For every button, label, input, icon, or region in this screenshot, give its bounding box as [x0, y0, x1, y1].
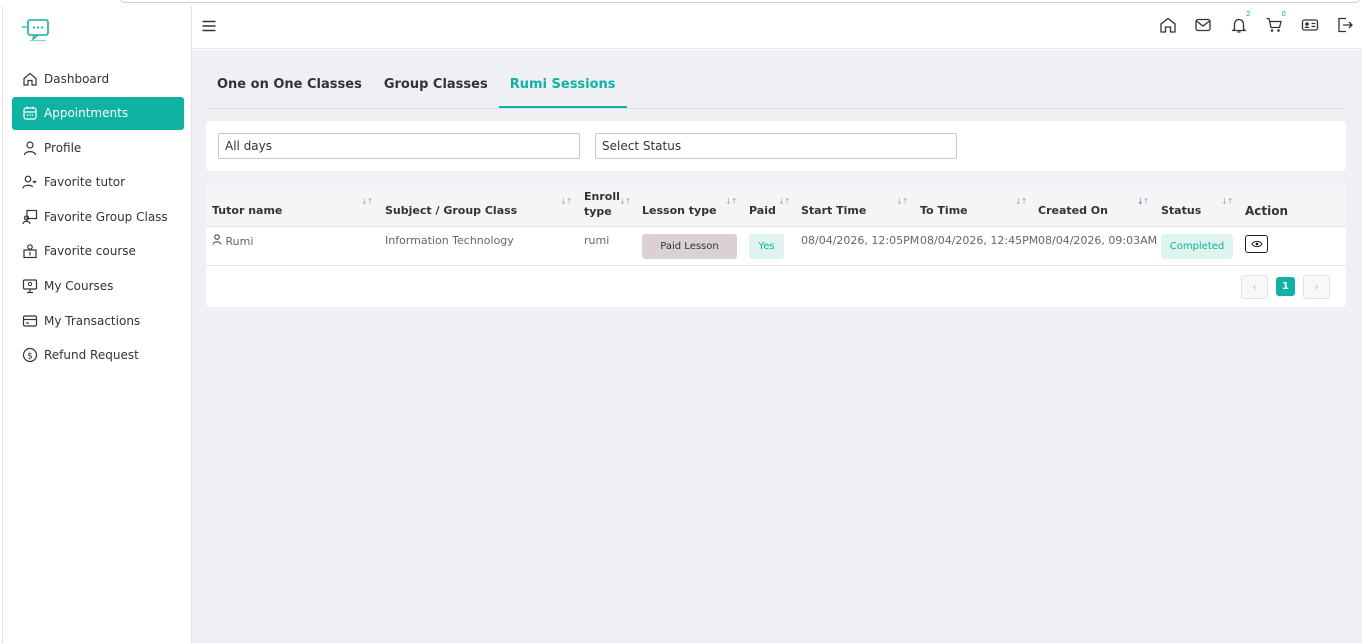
sidebar-item-label: Appointments [44, 106, 129, 121]
sort-icon[interactable]: ↓↑ [560, 197, 572, 206]
sort-icon[interactable]: ↓↑ [361, 197, 373, 206]
bell-icon[interactable]: 2 [1230, 10, 1251, 34]
sidebar-item-favorite-tutor[interactable]: Favorite tutor [12, 166, 184, 199]
sort-icon[interactable]: ↓↑ [725, 197, 737, 206]
sidebar-item-label: Favorite course [44, 244, 136, 259]
sort-icon[interactable]: ↓↑ [619, 197, 631, 206]
cell-to-time: 08/04/2026, 12:45PM [920, 234, 1039, 247]
pagination-prev-button[interactable]: ‹ [1241, 275, 1268, 299]
sidebar-item-favorite-group-class[interactable]: Favorite Group Class [12, 200, 184, 233]
table-row: Rumi Information Technology rumi Paid Le… [206, 227, 1346, 266]
app-logo[interactable] [21, 16, 53, 44]
sidebar-item-label: My Courses [44, 279, 114, 294]
tab-group-classes[interactable]: Group Classes [373, 72, 499, 108]
filter-bar: All days Select Status [206, 121, 1346, 171]
sort-icon[interactable]: ↓↑ [896, 197, 908, 206]
user-icon [22, 140, 38, 156]
card-icon [22, 313, 38, 329]
pagination-next-button[interactable]: › [1303, 275, 1330, 299]
col-header-status[interactable]: Status [1161, 204, 1201, 217]
col-header-enroll-line1: Enroll [584, 190, 620, 203]
address-bar [120, 0, 1360, 3]
sidebar-item-label: Favorite Group Class [44, 209, 168, 224]
appointments-table: Tutor name ↓↑ Subject / Group Class ↓↑ E… [206, 183, 1346, 307]
cell-tutor: Rumi [212, 234, 253, 248]
cell-enroll-type: rumi [584, 234, 610, 247]
table-header: Tutor name ↓↑ Subject / Group Class ↓↑ E… [206, 183, 1346, 227]
col-header-paid[interactable]: Paid [749, 204, 776, 217]
user-heart-icon [22, 174, 38, 190]
sort-icon[interactable]: ↓↑ [1221, 197, 1233, 206]
cell-start-time: 08/04/2026, 12:05PM [801, 234, 920, 247]
sort-active-icon[interactable]: ↓↑ [1137, 197, 1149, 206]
days-filter-select[interactable]: All days [218, 133, 580, 159]
status-filter-select[interactable]: Select Status [595, 133, 957, 159]
main-content: One on One Classes Group Classes Rumi Se… [192, 50, 1362, 643]
status-badge: Completed [1161, 234, 1233, 259]
monitor-icon [22, 278, 38, 294]
tutor-name: Rumi [225, 235, 254, 248]
sidebar-item-label: Dashboard [44, 71, 110, 86]
sidebar-item-label: Favorite tutor [44, 175, 126, 190]
sidebar-item-dashboard[interactable]: Dashboard [12, 62, 184, 95]
svg-text:$: $ [27, 352, 33, 362]
sidebar-item-label: Refund Request [44, 348, 139, 363]
id-card-icon[interactable] [1301, 16, 1319, 34]
sidebar-nav: Dashboard Appointments Profile Favorite … [12, 62, 184, 373]
col-header-action: Action [1245, 204, 1289, 218]
sidebar-item-refund-request[interactable]: $ Refund Request [12, 339, 184, 372]
lesson-type-badge: Paid Lesson [642, 234, 737, 259]
home-icon [22, 71, 38, 87]
col-header-to-time[interactable]: To Time [920, 204, 968, 217]
paid-badge: Yes [749, 234, 784, 259]
sidebar-item-my-courses[interactable]: My Courses [12, 270, 184, 303]
top-header: 2 0 [192, 6, 1362, 49]
view-button[interactable] [1245, 235, 1268, 253]
sidebar: Dashboard Appointments Profile Favorite … [2, 6, 192, 643]
col-header-tutor-name[interactable]: Tutor name [212, 204, 282, 217]
calendar-icon [22, 105, 38, 121]
tab-rumi-sessions[interactable]: Rumi Sessions [498, 72, 627, 108]
eye-icon [1250, 240, 1263, 248]
notification-count: 2 [1246, 10, 1251, 18]
sidebar-item-label: Profile [44, 140, 82, 155]
col-header-enroll-type[interactable]: Enroll type [584, 189, 620, 219]
col-header-subject[interactable]: Subject / Group Class [385, 204, 517, 217]
user-icon [212, 234, 222, 245]
cell-created-on: 08/04/2026, 09:03AM [1038, 234, 1158, 247]
dollar-circle-icon: $ [22, 347, 38, 363]
sidebar-item-label: My Transactions [44, 313, 141, 328]
col-header-lesson-type[interactable]: Lesson type [642, 204, 717, 217]
sidebar-item-appointments[interactable]: Appointments [12, 96, 184, 130]
hamburger-menu-icon[interactable] [201, 18, 217, 34]
group-class-icon [22, 209, 38, 225]
course-icon [22, 243, 38, 259]
tab-bar: One on One Classes Group Classes Rumi Se… [206, 72, 1346, 109]
cell-subject: Information Technology [385, 234, 514, 247]
cart-count: 0 [1281, 10, 1286, 18]
mail-icon[interactable] [1194, 16, 1212, 34]
col-header-enroll-line2: type [584, 205, 612, 218]
sort-icon[interactable]: ↓↑ [1015, 197, 1027, 206]
col-header-start-time[interactable]: Start Time [801, 204, 866, 217]
tab-one-on-one-classes[interactable]: One on One Classes [206, 72, 373, 108]
pagination: ‹ 1 › [1233, 275, 1330, 299]
sidebar-item-favorite-course[interactable]: Favorite course [12, 235, 184, 268]
sort-icon[interactable]: ↓↑ [778, 197, 790, 206]
logout-icon[interactable] [1336, 16, 1354, 34]
header-actions: 2 0 [1141, 10, 1354, 34]
home-icon[interactable] [1159, 16, 1177, 34]
pagination-page-1[interactable]: 1 [1276, 277, 1295, 296]
col-header-created-on[interactable]: Created On [1038, 204, 1108, 217]
sidebar-item-profile[interactable]: Profile [12, 131, 184, 164]
cart-icon[interactable]: 0 [1265, 10, 1286, 34]
sidebar-item-my-transactions[interactable]: My Transactions [12, 304, 184, 337]
